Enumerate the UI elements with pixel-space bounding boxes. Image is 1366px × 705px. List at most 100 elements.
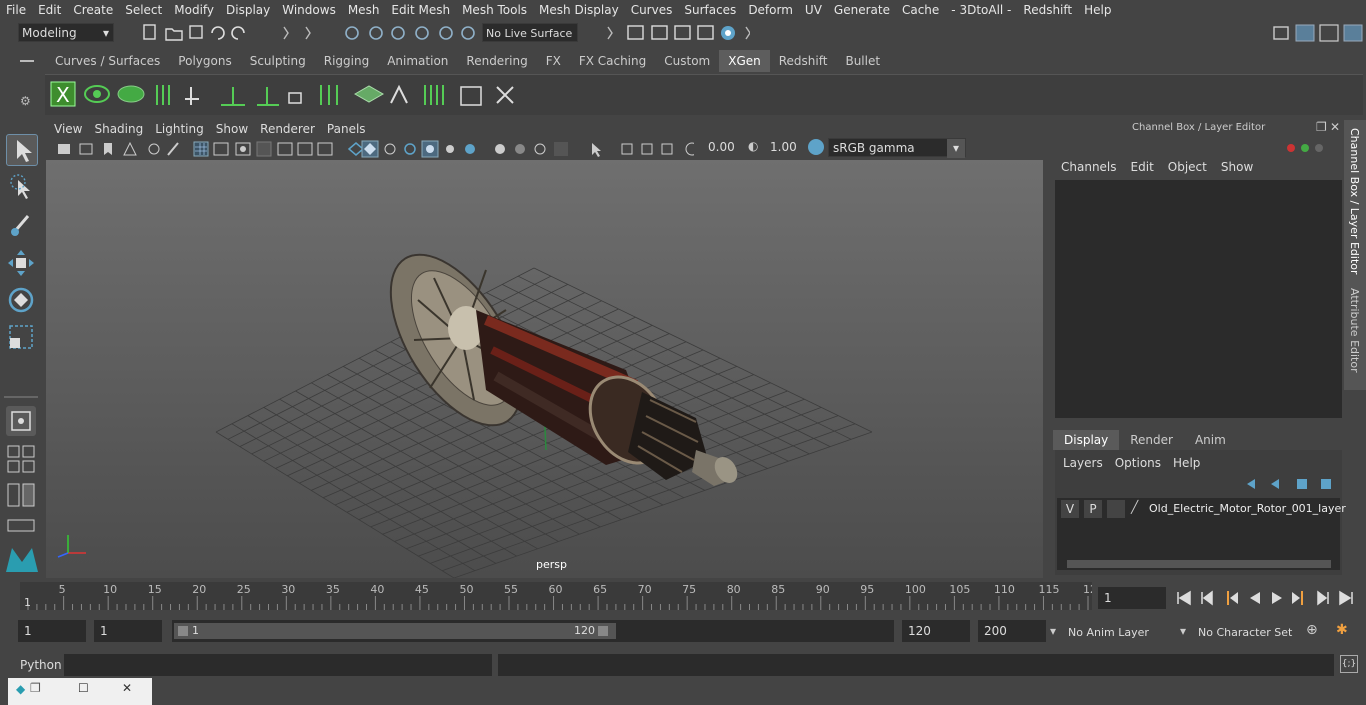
layer-playback-toggle[interactable]: P bbox=[1084, 500, 1102, 518]
workspace-icons[interactable] bbox=[1270, 22, 1366, 44]
select-tool[interactable] bbox=[6, 134, 38, 166]
rotate-tool[interactable] bbox=[6, 285, 36, 315]
tab-sculpting[interactable]: Sculpting bbox=[241, 50, 315, 72]
panel-menu-renderer[interactable]: Renderer bbox=[254, 120, 321, 138]
menu-surfaces[interactable]: Surfaces bbox=[678, 0, 742, 20]
command-language-label[interactable]: Python bbox=[20, 658, 62, 672]
layer-row[interactable]: V P ╱ Old_Electric_Motor_Rotor_001_layer bbox=[1059, 500, 1346, 520]
tab-redshift[interactable]: Redshift bbox=[770, 50, 837, 72]
side-tab-channel-box[interactable]: Channel Box / Layer Editor bbox=[1348, 128, 1361, 275]
current-frame-field[interactable]: 1 bbox=[1098, 587, 1166, 609]
menu-edit[interactable]: Edit bbox=[32, 0, 67, 20]
panel-menu-show[interactable]: Show bbox=[210, 120, 254, 138]
layer-menu-options[interactable]: Options bbox=[1115, 456, 1161, 470]
layer-menu-help[interactable]: Help bbox=[1173, 456, 1200, 470]
menu-display[interactable]: Display bbox=[220, 0, 276, 20]
start-frame-field[interactable]: 1 bbox=[18, 620, 86, 642]
layer-name[interactable]: Old_Electric_Motor_Rotor_001_layer bbox=[1149, 502, 1346, 515]
layer-visibility-toggle[interactable]: V bbox=[1061, 500, 1079, 518]
shelf-menu-icon[interactable] bbox=[20, 60, 34, 62]
gear-icon[interactable]: ⚙ bbox=[20, 94, 31, 108]
chevron-down-icon[interactable]: ▾ bbox=[1180, 624, 1186, 638]
live-surface-field[interactable]: No Live Surface bbox=[482, 23, 578, 42]
anim-layer-dropdown[interactable]: No Anim Layer bbox=[1068, 626, 1149, 639]
tab-animation[interactable]: Animation bbox=[378, 50, 457, 72]
layout-single-button[interactable] bbox=[6, 406, 36, 436]
playback-controls[interactable] bbox=[1172, 587, 1362, 609]
menu-uv[interactable]: UV bbox=[799, 0, 828, 20]
run-icon[interactable]: ✱ bbox=[1336, 622, 1348, 638]
tab-fx-caching[interactable]: FX Caching bbox=[570, 50, 655, 72]
restore-icon[interactable]: ❐ bbox=[30, 681, 41, 695]
xgen-shelf-icons[interactable]: X bbox=[45, 75, 545, 115]
tab-bullet[interactable]: Bullet bbox=[836, 50, 889, 72]
menu-3dtoall[interactable]: - 3DtoAll - bbox=[945, 0, 1017, 20]
viewport-canvas[interactable]: persp bbox=[46, 160, 1043, 579]
paint-tool[interactable] bbox=[6, 210, 36, 240]
minimized-window[interactable]: ◆ ❐ ☐ ✕ bbox=[8, 678, 152, 705]
color-space-dropdown[interactable]: sRGB gamma ▾ bbox=[828, 138, 966, 158]
menu-select[interactable]: Select bbox=[119, 0, 168, 20]
tab-curves-surfaces[interactable]: Curves / Surfaces bbox=[46, 50, 169, 72]
exposure-field[interactable]: 0.00 bbox=[702, 138, 740, 157]
lasso-tool[interactable] bbox=[6, 172, 36, 202]
layer-color-icon[interactable]: ╱ bbox=[1131, 500, 1138, 514]
cb-menu-object[interactable]: Object bbox=[1168, 160, 1207, 174]
key-icon[interactable]: ⊕ bbox=[1306, 622, 1318, 638]
move-tool[interactable] bbox=[6, 248, 36, 278]
panel-menu-lighting[interactable]: Lighting bbox=[149, 120, 210, 138]
menu-generate[interactable]: Generate bbox=[828, 0, 896, 20]
close-icon[interactable]: ✕ bbox=[122, 681, 132, 695]
panel-toolbar-icons[interactable] bbox=[54, 140, 694, 158]
layer-type-toggle[interactable] bbox=[1107, 500, 1125, 518]
time-slider[interactable]: 5 10 15 20 25 30 35 40 45 50 55 60 65 70 75 80 85 90 95 100… bbox=[20, 582, 1097, 610]
playback-start-field[interactable]: 1 bbox=[94, 620, 162, 642]
scale-tool[interactable] bbox=[6, 322, 36, 352]
panel-menu-panels[interactable]: Panels bbox=[321, 120, 372, 138]
menu-windows[interactable]: Windows bbox=[276, 0, 342, 20]
cb-menu-edit[interactable]: Edit bbox=[1131, 160, 1154, 174]
menu-mesh-tools[interactable]: Mesh Tools bbox=[456, 0, 533, 20]
menu-help[interactable]: Help bbox=[1078, 0, 1117, 20]
tab-xgen[interactable]: XGen bbox=[719, 50, 770, 72]
channel-list[interactable] bbox=[1055, 180, 1342, 418]
menu-modify[interactable]: Modify bbox=[168, 0, 220, 20]
menu-mesh[interactable]: Mesh bbox=[342, 0, 386, 20]
tab-display[interactable]: Display bbox=[1053, 430, 1120, 450]
range-slider[interactable]: 1 120 bbox=[172, 620, 894, 642]
script-editor-icon[interactable]: {;} bbox=[1340, 655, 1358, 673]
float-icon[interactable]: ❐ bbox=[1316, 120, 1327, 134]
chevron-down-icon[interactable]: ▾ bbox=[1050, 624, 1056, 638]
tab-rigging[interactable]: Rigging bbox=[315, 50, 378, 72]
tab-polygons[interactable]: Polygons bbox=[169, 50, 240, 72]
gamma-field[interactable]: 1.00 bbox=[764, 138, 802, 157]
maximize-icon[interactable]: ☐ bbox=[78, 681, 89, 695]
menu-cache[interactable]: Cache bbox=[896, 0, 945, 20]
character-set-dropdown[interactable]: No Character Set bbox=[1198, 626, 1292, 639]
menu-deform[interactable]: Deform bbox=[742, 0, 799, 20]
layout-buttons[interactable] bbox=[6, 444, 38, 534]
panel-menu-shading[interactable]: Shading bbox=[88, 120, 149, 138]
tab-rendering[interactable]: Rendering bbox=[457, 50, 536, 72]
tab-anim[interactable]: Anim bbox=[1184, 430, 1237, 450]
playback-end-field[interactable]: 120 bbox=[902, 620, 970, 642]
tab-render[interactable]: Render bbox=[1119, 430, 1184, 450]
menu-curves[interactable]: Curves bbox=[625, 0, 679, 20]
render-tools-icons[interactable] bbox=[600, 23, 750, 43]
menu-mesh-display[interactable]: Mesh Display bbox=[533, 0, 625, 20]
layer-scrollbar[interactable] bbox=[1067, 560, 1331, 568]
command-input[interactable] bbox=[64, 654, 492, 676]
tab-fx[interactable]: FX bbox=[537, 50, 570, 72]
menu-redshift[interactable]: Redshift bbox=[1017, 0, 1078, 20]
cb-menu-show[interactable]: Show bbox=[1221, 160, 1253, 174]
cb-menu-channels[interactable]: Channels bbox=[1061, 160, 1117, 174]
close-icon[interactable]: ✕ bbox=[1330, 120, 1340, 134]
layer-buttons[interactable] bbox=[1243, 476, 1339, 492]
mode-dropdown[interactable]: Modeling ▾ bbox=[18, 23, 114, 42]
end-frame-field[interactable]: 200 bbox=[978, 620, 1046, 642]
color-management-icon[interactable] bbox=[808, 139, 824, 155]
menu-create[interactable]: Create bbox=[67, 0, 119, 20]
side-tab-attribute-editor[interactable]: Attribute Editor bbox=[1348, 288, 1361, 373]
layer-menu-layers[interactable]: Layers bbox=[1063, 456, 1103, 470]
menu-edit-mesh[interactable]: Edit Mesh bbox=[385, 0, 456, 20]
